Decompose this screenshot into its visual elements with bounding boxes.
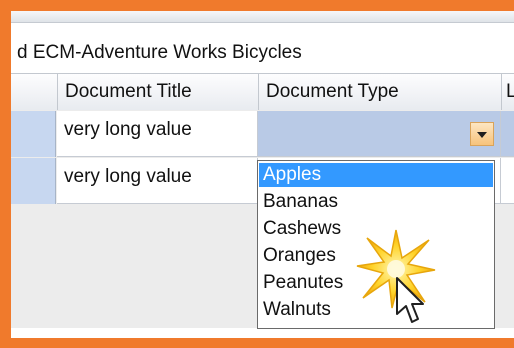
cell-value: very long value <box>64 166 192 187</box>
table-row[interactable]: very long value <box>11 111 514 157</box>
cell-document-title[interactable]: very long value <box>57 158 258 204</box>
library-title: d ECM-Adventure Works Bicycles <box>17 42 302 63</box>
dropdown-option-bananas[interactable]: Bananas <box>259 190 493 214</box>
chevron-down-icon[interactable] <box>470 122 494 146</box>
cell-next[interactable] <box>501 158 514 204</box>
dropdown-option-apples[interactable]: Apples <box>259 163 493 187</box>
document-type-combobox[interactable] <box>258 111 501 157</box>
row-selector-header <box>11 74 57 110</box>
cell-document-title[interactable]: very long value <box>57 111 258 157</box>
cell-next[interactable] <box>501 111 514 157</box>
cell-value: very long value <box>64 119 192 140</box>
column-header-document-type[interactable]: Document Type <box>258 74 501 110</box>
column-header-label: Document Title <box>65 81 192 102</box>
row-selector[interactable] <box>11 158 56 204</box>
mouse-pointer-icon <box>396 277 424 323</box>
column-header-label: Document Type <box>266 81 399 102</box>
column-header-label: L <box>506 81 514 102</box>
column-header-document-title[interactable]: Document Title <box>57 74 258 110</box>
row-selector[interactable] <box>11 111 56 157</box>
column-header-next[interactable]: L <box>501 74 514 110</box>
window-top-band <box>11 11 514 23</box>
grid-header-row: Document Title Document Type L <box>11 73 514 111</box>
document-library-title-bar: d ECM-Adventure Works Bicycles <box>11 39 514 67</box>
